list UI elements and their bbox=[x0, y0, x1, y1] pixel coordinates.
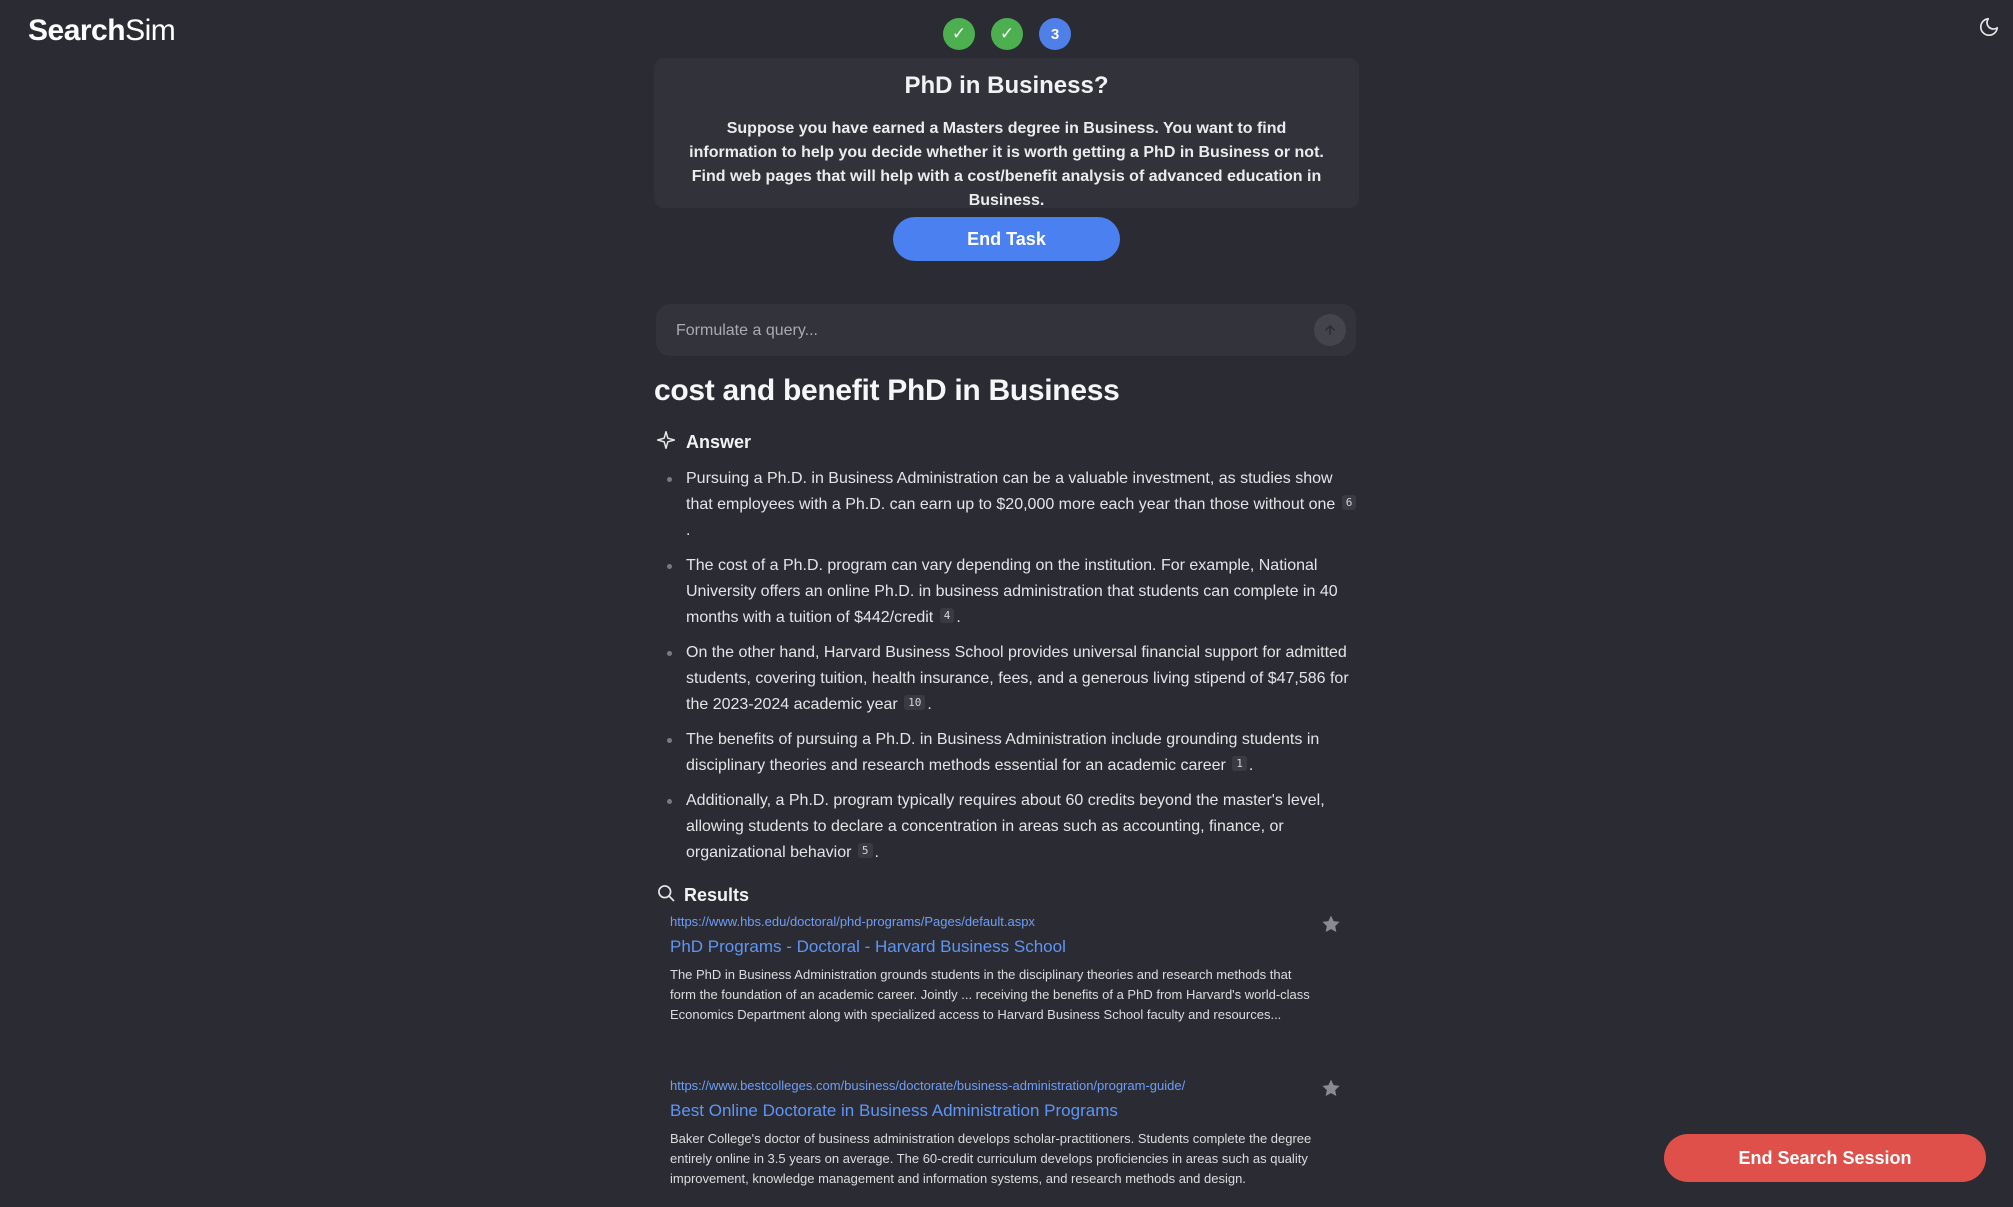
citation-badge[interactable]: 6 bbox=[1341, 495, 1357, 510]
query-heading: cost and benefit PhD in Business bbox=[654, 374, 1120, 407]
end-search-session-button[interactable]: End Search Session bbox=[1664, 1134, 1986, 1182]
query-box bbox=[656, 304, 1356, 358]
query-input[interactable] bbox=[674, 304, 1278, 358]
logo-light-text: Sim bbox=[125, 14, 176, 47]
result-url[interactable]: https://www.hbs.edu/doctoral/phd-program… bbox=[670, 914, 1320, 929]
answer-text: The benefits of pursuing a Ph.D. in Busi… bbox=[686, 731, 1320, 774]
task-description: Suppose you have earned a Masters degree… bbox=[689, 120, 1324, 209]
app-logo: SearchSim bbox=[28, 14, 176, 48]
answer-header: Answer bbox=[656, 430, 751, 455]
step-2-complete: ✓ bbox=[991, 18, 1023, 50]
step-1-complete: ✓ bbox=[943, 18, 975, 50]
citation-badge[interactable]: 10 bbox=[904, 695, 926, 710]
task-title: PhD in Business? bbox=[904, 72, 1109, 99]
answer-item: Pursuing a Ph.D. in Business Administrat… bbox=[656, 466, 1361, 544]
results-header: Results bbox=[656, 883, 749, 908]
search-icon bbox=[656, 883, 676, 908]
progress-steps: ✓ ✓ 3 bbox=[943, 18, 1071, 50]
answer-heading: Answer bbox=[686, 432, 752, 452]
citation-badge[interactable]: 4 bbox=[939, 608, 955, 623]
arrow-up-icon[interactable] bbox=[1314, 314, 1346, 346]
star-icon[interactable] bbox=[1321, 1078, 1341, 1098]
answer-item: The benefits of pursuing a Ph.D. in Busi… bbox=[656, 727, 1361, 779]
answer-item: The cost of a Ph.D. program can vary dep… bbox=[656, 553, 1361, 631]
answer-text: The cost of a Ph.D. program can vary dep… bbox=[686, 557, 1338, 626]
logo-bold-text: Search bbox=[28, 14, 126, 47]
result-snippet: The PhD in Business Administration groun… bbox=[670, 967, 1310, 1022]
citation-badge[interactable]: 5 bbox=[857, 843, 873, 858]
answer-item: On the other hand, Harvard Business Scho… bbox=[656, 640, 1361, 718]
result-title[interactable]: PhD Programs - Doctoral - Harvard Busine… bbox=[670, 937, 1320, 957]
answer-text: Pursuing a Ph.D. in Business Administrat… bbox=[686, 470, 1336, 513]
answer-item: Additionally, a Ph.D. program typically … bbox=[656, 788, 1361, 866]
answer-list: Pursuing a Ph.D. in Business Administrat… bbox=[656, 466, 1361, 875]
result-snippet: Baker College's doctor of business admin… bbox=[670, 1131, 1312, 1186]
moon-icon[interactable] bbox=[1978, 16, 2002, 40]
results-heading: Results bbox=[684, 885, 750, 905]
result-item: https://www.bestcolleges.com/business/do… bbox=[670, 1078, 1320, 1189]
result-title[interactable]: Best Online Doctorate in Business Admini… bbox=[670, 1101, 1320, 1121]
task-card: PhD in Business? Suppose you have earned… bbox=[654, 58, 1359, 209]
sparkle-icon bbox=[656, 430, 676, 455]
answer-text: Additionally, a Ph.D. program typically … bbox=[686, 792, 1325, 861]
end-task-button[interactable]: End Task bbox=[893, 217, 1120, 261]
step-3-current: 3 bbox=[1039, 18, 1071, 50]
answer-text: On the other hand, Harvard Business Scho… bbox=[686, 644, 1349, 713]
result-url[interactable]: https://www.bestcolleges.com/business/do… bbox=[670, 1078, 1320, 1093]
result-item: https://www.hbs.edu/doctoral/phd-program… bbox=[670, 914, 1320, 1025]
star-icon[interactable] bbox=[1321, 914, 1341, 934]
citation-badge[interactable]: 1 bbox=[1232, 756, 1247, 771]
